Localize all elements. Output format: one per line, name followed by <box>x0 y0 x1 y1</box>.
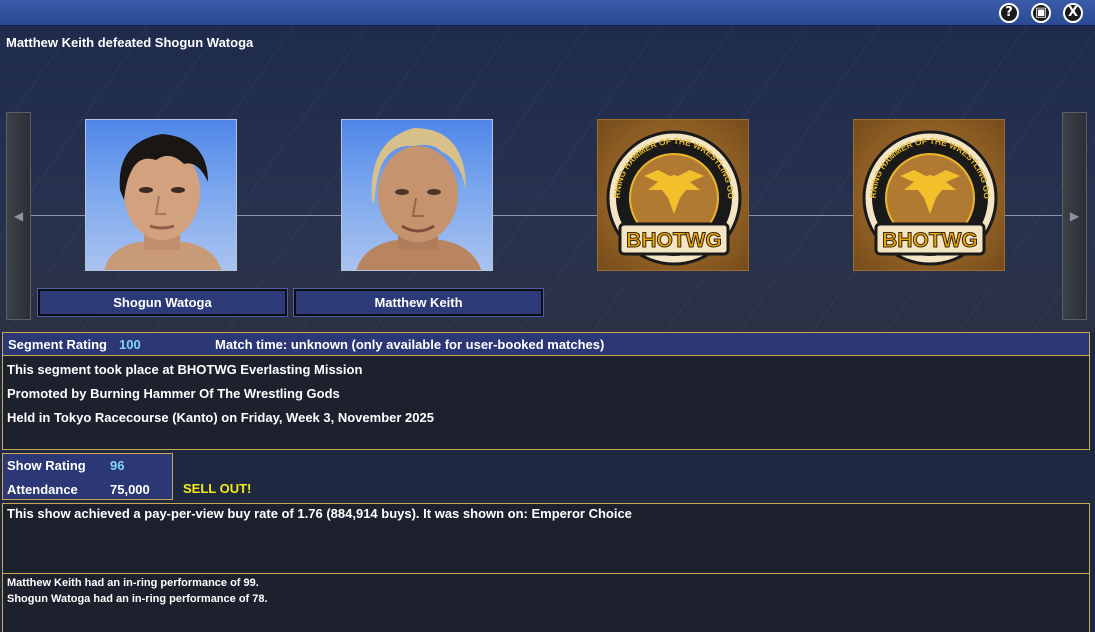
promotion-logo: BURNING HAMMER OF THE WRESTLING GODS BHO… <box>597 119 749 271</box>
scroll-right-arrow-icon[interactable]: ▶ <box>1062 112 1087 320</box>
scroll-left-arrow-icon[interactable]: ◀ <box>6 112 31 320</box>
segment-location-text: This segment took place at BHOTWG Everla… <box>7 362 363 377</box>
help-icon[interactable]: ? <box>999 3 1019 23</box>
participant-button-matthew-keith[interactable]: Matthew Keith <box>293 288 544 317</box>
performance-panel: Matthew Keith had an in-ring performance… <box>2 573 1090 632</box>
segment-rating-value: 100 <box>119 337 141 352</box>
ppv-info-panel: This show achieved a pay-per-view buy ra… <box>2 503 1090 574</box>
bhotwg-logo-icon: BURNING HAMMER OF THE WRESTLING GODS BHO… <box>598 120 742 266</box>
close-icon[interactable]: X <box>1063 3 1083 23</box>
match-time-text: Match time: unknown (only available for … <box>215 337 605 352</box>
segment-info-panel: Segment Rating 100 Match time: unknown (… <box>2 332 1090 450</box>
segment-promoter-text: Promoted by Burning Hammer Of The Wrestl… <box>7 386 340 401</box>
show-rating-panel: Show Rating 96 Attendance 75,000 <box>2 453 173 500</box>
promotion-logo: BURNING HAMMER OF THE WRESTLING GODS BHO… <box>853 119 1005 271</box>
performance-line: Shogun Watoga had an in-ring performance… <box>7 593 268 605</box>
portrait-shogun-watoga[interactable] <box>85 119 237 271</box>
window-titlebar: ? ▣ X <box>0 0 1095 26</box>
minimize-icon[interactable]: ▣ <box>1031 3 1051 23</box>
wrestler-face-image <box>356 128 482 270</box>
svg-text:BHOTWG: BHOTWG <box>882 229 978 252</box>
performance-line: Matthew Keith had an in-ring performance… <box>7 577 259 589</box>
show-rating-label: Show Rating <box>7 458 86 473</box>
match-result-area: Matthew Keith defeated Shogun Watoga ◀ ▶ <box>0 26 1095 332</box>
svg-text:BHOTWG: BHOTWG <box>626 229 722 252</box>
ppv-text: This show achieved a pay-per-view buy ra… <box>7 506 632 521</box>
portrait-matthew-keith[interactable] <box>341 119 493 271</box>
sellout-badge: SELL OUT! <box>183 481 252 496</box>
participant-button-shogun-watoga[interactable]: Shogun Watoga <box>37 288 288 317</box>
attendance-value: 75,000 <box>110 482 150 497</box>
segment-venue-text: Held in Tokyo Racecourse (Kanto) on Frid… <box>7 410 434 425</box>
match-result-headline: Matthew Keith defeated Shogun Watoga <box>6 35 254 50</box>
bhotwg-logo-icon: BURNING HAMMER OF THE WRESTLING GODS BHO… <box>854 120 998 266</box>
segment-rating-label: Segment Rating <box>8 337 107 352</box>
segment-header: Segment Rating 100 Match time: unknown (… <box>3 333 1089 356</box>
show-rating-value: 96 <box>110 458 125 473</box>
wrestler-face-image <box>104 134 222 270</box>
attendance-label: Attendance <box>7 482 78 497</box>
